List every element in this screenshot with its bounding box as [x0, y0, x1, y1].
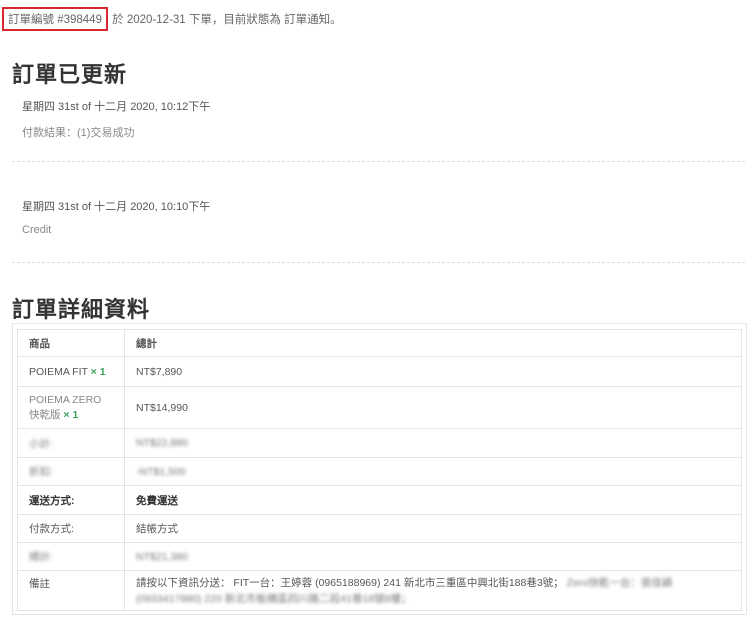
- note-divider: [12, 262, 745, 263]
- shipping-label: 運送方式:: [17, 485, 125, 515]
- order-details-panel: 商品 總計 POIEMA FIT × 1 NT$7,890 POIEMA ZER…: [12, 323, 747, 615]
- table-row: 小計: NT$22,880: [17, 428, 742, 458]
- quantity: × 1: [63, 408, 79, 421]
- blurred-value: -NT$1,500: [124, 457, 742, 486]
- note-timestamp: 星期四 31st of 十二月 2020, 10:12下午: [22, 101, 211, 113]
- table-row: 備註 請按以下資訊分送： FIT一台：王婷蓉 (0965188969) 241 …: [17, 570, 742, 611]
- note-description: Credit: [22, 224, 52, 236]
- quantity: × 1: [90, 365, 106, 378]
- blurred-value: NT$22,880: [124, 428, 742, 458]
- shipping-value: 免費運送: [124, 485, 742, 515]
- blurred-label: 小計:: [17, 428, 125, 458]
- table-row: 折扣: -NT$1,500: [17, 457, 742, 486]
- col-product-header: 商品: [17, 329, 125, 357]
- payment-label: 付款方式:: [17, 514, 125, 543]
- table-row: POIEMA ZERO 快乾版 × 1 NT$14,990: [17, 386, 742, 429]
- blurred-value: NT$21,380: [124, 542, 742, 571]
- col-total-header: 總計: [124, 329, 742, 357]
- note-value: 請按以下資訊分送： FIT一台：王婷蓉 (0965188969) 241 新北市…: [124, 570, 742, 611]
- order-details-table: 商品 總計 POIEMA FIT × 1 NT$7,890 POIEMA ZER…: [17, 329, 742, 611]
- product-name: POIEMA FIT × 1: [17, 356, 125, 387]
- blurred-label: 折扣:: [17, 457, 125, 486]
- table-row: 運送方式: 免費運送: [17, 485, 742, 515]
- order-updates-heading: 訂單已更新: [12, 62, 128, 87]
- payment-value: 結帳方式: [124, 514, 742, 543]
- table-row: 付款方式: 結帳方式: [17, 514, 742, 543]
- product-total: NT$14,990: [124, 386, 742, 429]
- note-timestamp: 星期四 31st of 十二月 2020, 10:10下午: [22, 201, 211, 213]
- blurred-label: 總計:: [17, 542, 125, 571]
- table-row: 總計: NT$21,380: [17, 542, 742, 571]
- note-description: 付款結果：(1)交易成功: [22, 127, 135, 139]
- order-status-notice: 訂單編號 #398449 於 2020-12-31 下單，目前狀態為 訂單通知。: [2, 7, 342, 31]
- order-status-text: 於 2020-12-31 下單，目前狀態為 訂單通知。: [108, 14, 342, 26]
- note-divider: [12, 161, 745, 162]
- table-header-row: 商品 總計: [17, 329, 742, 357]
- order-number-highlight: 訂單編號 #398449: [2, 7, 108, 31]
- order-details-heading: 訂單詳細資料: [12, 297, 151, 322]
- product-total: NT$7,890: [124, 356, 742, 387]
- note-label: 備註: [17, 570, 125, 611]
- table-row: POIEMA FIT × 1 NT$7,890: [17, 356, 742, 387]
- product-name: POIEMA ZERO 快乾版 × 1: [17, 386, 125, 429]
